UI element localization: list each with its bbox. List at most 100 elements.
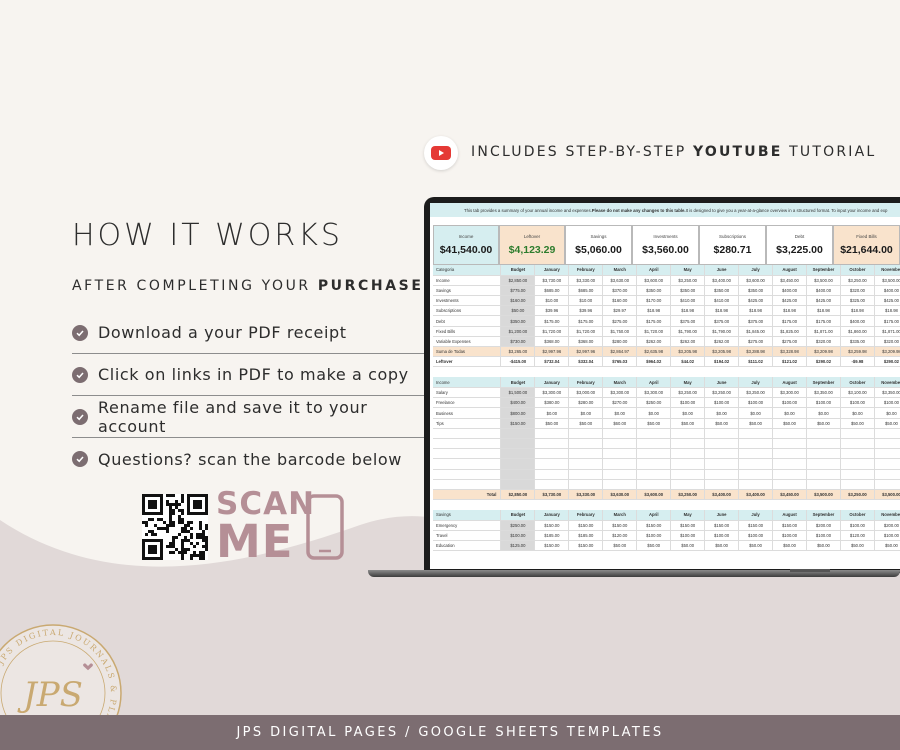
table-cell[interactable] [534,448,570,460]
table-cell[interactable]: $50.00 [670,540,706,552]
table-cell[interactable]: January [534,265,570,276]
table-cell[interactable]: July [738,265,774,276]
table-cell[interactable]: $275.00 [772,336,807,348]
table-cell[interactable] [602,469,638,480]
table-cell[interactable]: $50.00 [568,418,604,429]
table-cell[interactable]: $150.00 [602,520,638,532]
table-cell[interactable] [670,479,706,490]
table-cell[interactable]: $3,205.98 [670,346,706,358]
table-cell[interactable] [874,428,900,440]
table-cell[interactable]: February [568,377,604,389]
table-cell[interactable] [704,428,740,440]
table-cell[interactable]: $350.00 [670,285,706,297]
table-cell[interactable] [568,448,604,460]
table-cell[interactable]: -$415.00 [500,356,536,368]
table-cell[interactable]: $150.00 [670,520,706,532]
table-cell[interactable]: Fixed Bills [433,326,502,337]
table-cell[interactable] [636,438,672,450]
table-cell[interactable] [433,448,502,460]
table-cell[interactable]: $100.00 [874,397,900,409]
table-cell[interactable]: $100.00 [806,397,841,409]
table-cell[interactable]: $320.00 [806,336,841,348]
table-cell[interactable] [704,448,740,460]
table-cell[interactable]: Debt [433,315,502,327]
table-cell[interactable] [568,428,604,440]
table-cell[interactable]: $730.00 [500,336,536,348]
table-cell[interactable]: $320.00 [840,285,875,297]
table-cell[interactable] [602,438,638,450]
table-cell[interactable]: $50.00 [806,418,841,429]
table-cell[interactable]: $50.00 [772,540,807,552]
table-cell[interactable]: $170.00 [636,295,672,307]
table-cell[interactable]: $275.00 [738,336,774,348]
table-cell[interactable]: $350.00 [636,285,672,297]
table-cell[interactable]: $160.00 [602,295,638,307]
table-cell[interactable]: April [636,265,672,276]
table-cell[interactable]: $400.00 [500,397,536,409]
table-cell[interactable]: Salary [433,387,502,399]
table-cell[interactable]: $1,871.00 [874,326,900,337]
table-cell[interactable]: $2,997.96 [568,346,604,358]
table-cell[interactable]: January [534,377,570,389]
table-cell[interactable]: Emergency [433,520,502,532]
table-cell[interactable]: $325.00 [840,295,875,307]
table-cell[interactable]: July [738,377,774,389]
table-cell[interactable]: $160.00 [500,295,536,307]
table-cell[interactable] [840,479,875,490]
table-cell[interactable]: March [602,510,638,521]
table-cell[interactable]: Travel [433,530,502,542]
table-cell[interactable]: $3,328.98 [772,346,807,358]
table-cell[interactable]: $3,400.00 [704,489,740,501]
table-cell[interactable]: $262.00 [670,336,706,348]
table-cell[interactable]: Income [433,275,502,286]
table-cell[interactable]: $3,250.00 [840,275,875,286]
table-cell[interactable]: $50.00 [772,418,807,429]
table-cell[interactable]: September [806,265,841,276]
table-cell[interactable]: $410.00 [704,295,740,307]
table-cell[interactable] [602,458,638,470]
table-cell[interactable]: $320.00 [874,336,900,348]
table-cell[interactable]: November [874,510,900,521]
table-cell[interactable]: $3,450.00 [772,489,807,501]
table-cell[interactable]: January [534,510,570,521]
table-cell[interactable]: $2,997.96 [534,346,570,358]
table-cell[interactable]: $250.00 [500,520,536,532]
table-cell[interactable]: $39.96 [568,305,604,317]
table-cell[interactable]: $685.00 [534,285,570,297]
table-cell[interactable] [704,469,740,480]
table-cell[interactable] [840,428,875,440]
table-cell[interactable]: Leftover [433,356,502,368]
table-cell[interactable]: June [704,265,740,276]
table-cell[interactable] [772,428,807,440]
table-cell[interactable]: $425.00 [738,295,774,307]
table-cell[interactable]: $50.00 [636,540,672,552]
table-cell[interactable] [636,479,672,490]
table-cell[interactable]: $3,250.00 [670,489,706,501]
table-cell[interactable]: $100.00 [806,530,841,542]
table-cell[interactable] [534,428,570,440]
table-cell[interactable]: $350.00 [738,285,774,297]
table-cell[interactable]: $3,250.00 [670,275,706,286]
table-cell[interactable]: $185.00 [568,530,604,542]
table-cell[interactable]: $50.00 [500,305,536,317]
table-cell[interactable] [806,448,841,460]
table-cell[interactable]: April [636,377,672,389]
table-cell[interactable]: $375.00 [738,315,774,327]
table-cell[interactable]: $18.98 [806,305,841,317]
table-cell[interactable] [704,438,740,450]
table-cell[interactable]: $280.00 [568,397,604,409]
table-cell[interactable]: $50.00 [738,418,774,429]
table-cell[interactable]: $3,600.00 [636,275,672,286]
table-cell[interactable]: $50.00 [840,540,875,552]
table-cell[interactable]: $3,330.00 [568,489,604,501]
table-cell[interactable]: $18.98 [636,305,672,317]
table-cell[interactable]: February [568,510,604,521]
table-cell[interactable]: November [874,377,900,389]
table-cell[interactable]: $0.00 [738,407,774,419]
table-cell[interactable] [874,448,900,460]
table-cell[interactable]: $350.00 [704,285,740,297]
table-cell[interactable] [602,428,638,440]
table-cell[interactable]: $29.97 [602,305,638,317]
table-cell[interactable] [772,458,807,470]
table-cell[interactable]: $100.00 [772,530,807,542]
